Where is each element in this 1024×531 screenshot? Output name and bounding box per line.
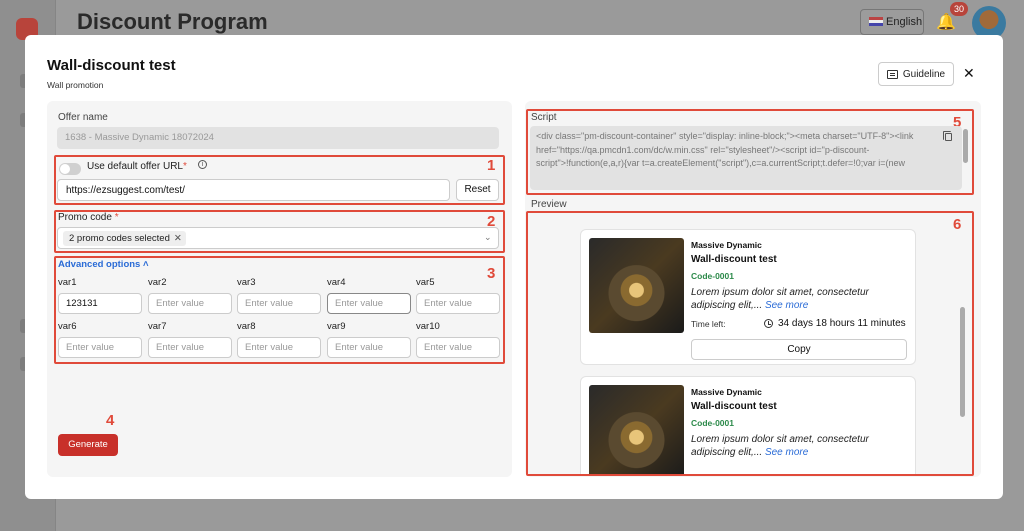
preview-scrollbar[interactable] — [960, 307, 965, 417]
modal-title: Wall-discount test — [47, 57, 176, 74]
offer-card: Massive Dynamic Wall-discount test Code-… — [580, 229, 916, 365]
var9-input[interactable]: Enter value — [327, 337, 411, 358]
advanced-options-toggle[interactable]: Advanced options ˄ — [58, 259, 149, 270]
page-title: Discount Program — [77, 9, 268, 34]
var7-label: var7 — [148, 321, 167, 332]
var9-label: var9 — [327, 321, 346, 332]
chevron-down-icon[interactable]: ⌄ — [484, 232, 492, 243]
offer-form-panel: Offer name 1638 - Massive Dynamic 180720… — [47, 101, 512, 477]
offer-url-input[interactable]: https://ezsuggest.com/test/ — [57, 179, 450, 201]
card-brand: Massive Dynamic — [691, 387, 762, 397]
var7-input[interactable]: Enter value — [148, 337, 232, 358]
see-more-link[interactable]: See more — [765, 447, 808, 458]
var10-label: var10 — [416, 321, 440, 332]
card-code: Code-0001 — [691, 271, 734, 281]
card-title: Wall-discount test — [691, 401, 777, 412]
promo-code-label-text: Promo code — [58, 212, 112, 223]
close-icon[interactable]: ✕ — [963, 65, 975, 82]
see-more-link[interactable]: See more — [765, 300, 808, 311]
offer-name-field: 1638 - Massive Dynamic 18072024 — [57, 127, 499, 149]
var2-input[interactable]: Enter value — [148, 293, 232, 314]
generate-button[interactable]: Generate — [58, 434, 118, 456]
clock-icon — [764, 319, 773, 328]
var3-label: var3 — [237, 277, 256, 288]
guideline-icon — [886, 69, 898, 79]
var10-input[interactable]: Enter value — [416, 337, 500, 358]
us-flag-icon — [869, 17, 883, 26]
var8-label: var8 — [237, 321, 256, 332]
script-code-box[interactable]: <div class="pm-discount-container" style… — [530, 126, 962, 190]
var1-label: var1 — [58, 277, 77, 288]
var5-input[interactable]: Enter value — [416, 293, 500, 314]
var3-input[interactable]: Enter value — [237, 293, 321, 314]
modal-subtitle: Wall promotion — [47, 80, 104, 90]
required-mark: * — [182, 161, 187, 172]
time-left-value: 34 days 18 hours 11 minutes — [778, 318, 906, 329]
default-url-label: Use default offer URL* — [87, 161, 187, 172]
required-mark: * — [114, 212, 119, 223]
reset-button[interactable]: Reset — [456, 179, 499, 201]
card-description: Lorem ipsum dolor sit amet, consectetur … — [691, 286, 909, 312]
var8-input[interactable]: Enter value — [237, 337, 321, 358]
offer-name-label: Offer name — [58, 112, 108, 123]
var5-label: var5 — [416, 277, 435, 288]
preview-label: Preview — [531, 199, 567, 210]
card-code: Code-0001 — [691, 418, 734, 428]
guideline-button[interactable]: Guideline — [878, 62, 954, 86]
annotation-number-4: 4 — [106, 412, 115, 429]
annotation-number-1: 1 — [487, 157, 496, 174]
time-left-label: Time left: — [691, 319, 726, 329]
guideline-label: Guideline — [902, 68, 946, 80]
var2-label: var2 — [148, 277, 167, 288]
default-url-label-text: Use default offer URL — [87, 161, 183, 172]
var4-input[interactable]: Enter value — [327, 293, 411, 314]
padlock-chip-image — [589, 385, 684, 474]
card-title: Wall-discount test — [691, 254, 777, 265]
annotation-number-3: 3 — [487, 265, 496, 282]
language-label: English — [886, 16, 923, 28]
promo-tag-label: 2 promo codes selected — [69, 233, 170, 244]
offer-card: Massive Dynamic Wall-discount test Code-… — [580, 376, 916, 474]
card-brand: Massive Dynamic — [691, 240, 762, 250]
copy-code-button[interactable]: Copy — [691, 339, 907, 360]
var4-label: var4 — [327, 277, 346, 288]
padlock-chip-image — [589, 238, 684, 333]
offer-modal: Wall-discount test Wall promotion Guidel… — [25, 35, 1003, 499]
var6-label: var6 — [58, 321, 77, 332]
remove-tag-icon[interactable]: ✕ — [174, 233, 182, 244]
promo-tag: 2 promo codes selected ✕ — [63, 231, 186, 246]
notification-badge: 30 — [950, 2, 968, 16]
script-preview-panel: Script 5 <div class="pm-discount-contain… — [525, 101, 981, 477]
promo-code-select[interactable]: 2 promo codes selected ✕ ⌄ — [57, 227, 499, 249]
copy-icon[interactable] — [943, 131, 952, 141]
var1-input[interactable]: 123131 — [58, 293, 142, 314]
language-selector: English — [860, 9, 924, 35]
preview-area: Massive Dynamic Wall-discount test Code-… — [530, 217, 972, 474]
script-scrollbar[interactable] — [963, 129, 968, 163]
default-url-toggle[interactable] — [59, 163, 81, 175]
promo-code-label: Promo code * — [58, 212, 119, 223]
var6-input[interactable]: Enter value — [58, 337, 142, 358]
card-description: Lorem ipsum dolor sit amet, consectetur … — [691, 433, 909, 459]
info-icon[interactable]: i — [198, 160, 207, 169]
